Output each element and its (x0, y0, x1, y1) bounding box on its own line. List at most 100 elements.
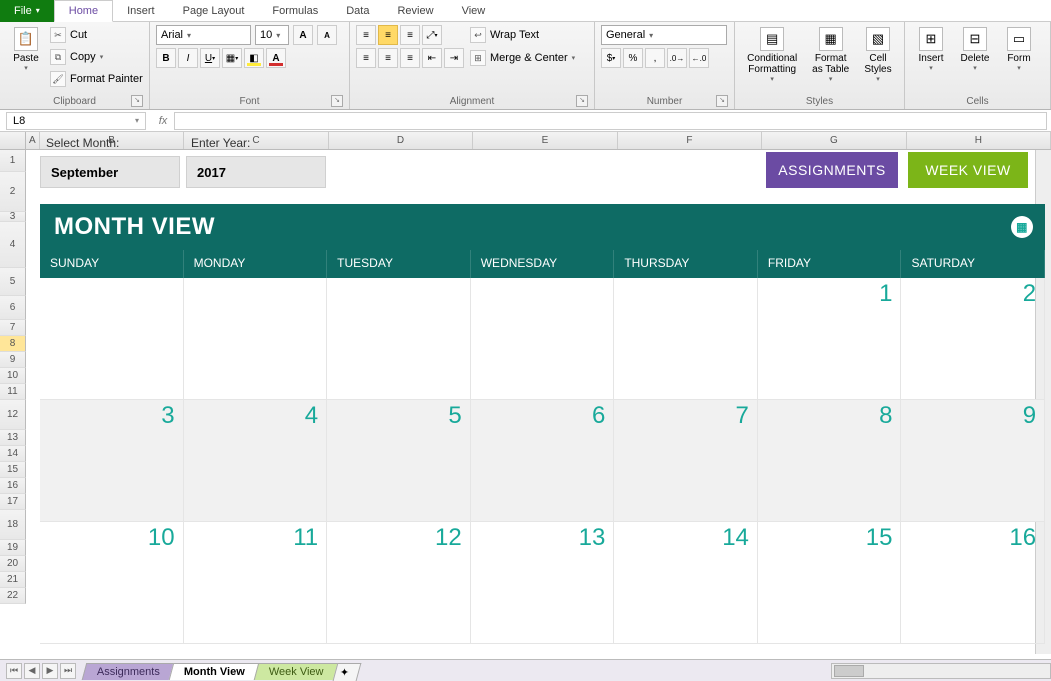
decrease-indent-button[interactable]: ⇤ (422, 48, 442, 68)
row-header-19[interactable]: 19 (0, 540, 26, 556)
row-header-15[interactable]: 15 (0, 462, 26, 478)
row-header-8[interactable]: 8 (0, 336, 26, 352)
row-header-2[interactable]: 2 (0, 172, 26, 212)
calendar-cell[interactable]: 11 (184, 522, 328, 644)
col-header-A[interactable]: A (26, 132, 40, 149)
calendar-cell[interactable]: 13 (471, 522, 615, 644)
align-middle-button[interactable]: ≡ (378, 25, 398, 45)
row-header-13[interactable]: 13 (0, 430, 26, 446)
number-format-combo[interactable]: General (601, 25, 727, 45)
calendar-cell[interactable]: 9 (901, 400, 1045, 522)
calendar-cell[interactable]: 8 (758, 400, 902, 522)
font-color-button[interactable]: A (266, 48, 286, 68)
calendar-cell[interactable] (40, 278, 184, 400)
calendar-cell[interactable]: 3 (40, 400, 184, 522)
row-header-3[interactable]: 3 (0, 212, 26, 222)
delete-cells-button[interactable]: ⊟Delete (955, 25, 995, 94)
clipboard-dialog-launcher[interactable]: ↘ (131, 95, 143, 107)
font-name-combo[interactable]: Arial (156, 25, 251, 45)
tab-insert[interactable]: Insert (113, 0, 169, 22)
tab-nav-prev[interactable]: ◀ (24, 663, 40, 679)
fx-button[interactable]: fx (152, 115, 174, 127)
percent-button[interactable]: % (623, 48, 643, 68)
calendar-cell[interactable] (471, 278, 615, 400)
sheet-tab-month-view[interactable]: Month View (169, 663, 260, 680)
row-header-7[interactable]: 7 (0, 320, 26, 336)
tab-page-layout[interactable]: Page Layout (169, 0, 259, 22)
calendar-cell[interactable]: 10 (40, 522, 184, 644)
row-header-17[interactable]: 17 (0, 494, 26, 510)
row-header-12[interactable]: 12 (0, 400, 26, 430)
increase-decimal-button[interactable]: .0→ (667, 48, 687, 68)
alignment-dialog-launcher[interactable]: ↘ (576, 95, 588, 107)
tab-review[interactable]: Review (383, 0, 447, 22)
font-size-combo[interactable]: 10 (255, 25, 289, 45)
calendar-cell[interactable]: 12 (327, 522, 471, 644)
increase-indent-button[interactable]: ⇥ (444, 48, 464, 68)
year-input[interactable]: 2017 (186, 156, 326, 188)
calendar-cell[interactable] (184, 278, 328, 400)
conditional-formatting-button[interactable]: ▤Conditional Formatting (741, 25, 803, 94)
tab-home[interactable]: Home (54, 0, 113, 22)
col-header-H[interactable]: H (907, 132, 1051, 149)
cut-button[interactable]: ✂Cut (50, 25, 143, 45)
wrap-text-button[interactable]: ↩Wrap Text (470, 25, 575, 45)
row-header-4[interactable]: 4 (0, 222, 26, 268)
tab-nav-last[interactable]: ⏭ (60, 663, 76, 679)
calendar-cell[interactable]: 16 (901, 522, 1045, 644)
align-right-button[interactable]: ≡ (400, 48, 420, 68)
currency-button[interactable]: $▾ (601, 48, 621, 68)
col-header-F[interactable]: F (618, 132, 762, 149)
calendar-cell[interactable]: 15 (758, 522, 902, 644)
horizontal-scrollbar[interactable] (831, 663, 1051, 679)
row-header-11[interactable]: 11 (0, 384, 26, 400)
row-header-21[interactable]: 21 (0, 572, 26, 588)
cell-styles-button[interactable]: ▧Cell Styles (858, 25, 898, 94)
calendar-cell[interactable]: 4 (184, 400, 328, 522)
row-header-5[interactable]: 5 (0, 268, 26, 296)
calendar-cell[interactable]: 14 (614, 522, 758, 644)
name-box[interactable]: L8 (6, 112, 146, 130)
calendar-cell[interactable]: 1 (758, 278, 902, 400)
row-header-18[interactable]: 18 (0, 510, 26, 540)
insert-cells-button[interactable]: ⊞Insert (911, 25, 951, 94)
merge-center-button[interactable]: ⊞Merge & Center▾ (470, 48, 575, 68)
select-all-corner[interactable] (0, 132, 26, 149)
font-dialog-launcher[interactable]: ↘ (331, 95, 343, 107)
tab-view[interactable]: View (448, 0, 500, 22)
align-bottom-button[interactable]: ≡ (400, 25, 420, 45)
tab-nav-first[interactable]: ⏮ (6, 663, 22, 679)
sheet-tab-assignments[interactable]: Assignments (82, 663, 176, 680)
border-button[interactable]: ▦▾ (222, 48, 242, 68)
calendar-cell[interactable]: 6 (471, 400, 615, 522)
comma-button[interactable]: , (645, 48, 665, 68)
number-dialog-launcher[interactable]: ↘ (716, 95, 728, 107)
formula-input[interactable] (174, 112, 1047, 130)
row-header-9[interactable]: 9 (0, 352, 26, 368)
italic-button[interactable]: I (178, 48, 198, 68)
increase-font-button[interactable]: A (293, 25, 313, 45)
new-sheet-button[interactable]: ✦ (332, 663, 361, 681)
assignments-button[interactable]: ASSIGNMENTS (766, 152, 898, 188)
row-header-1[interactable]: 1 (0, 150, 26, 172)
align-top-button[interactable]: ≡ (356, 25, 376, 45)
week-view-button[interactable]: WEEK VIEW (908, 152, 1028, 188)
align-center-button[interactable]: ≡ (378, 48, 398, 68)
copy-button[interactable]: ⧉Copy▾ (50, 47, 143, 67)
col-header-G[interactable]: G (762, 132, 906, 149)
row-header-10[interactable]: 10 (0, 368, 26, 384)
month-selector[interactable]: September (40, 156, 180, 188)
col-header-E[interactable]: E (473, 132, 617, 149)
fill-color-button[interactable]: ◧ (244, 48, 264, 68)
tab-nav-next[interactable]: ▶ (42, 663, 58, 679)
calendar-cell[interactable]: 7 (614, 400, 758, 522)
tab-formulas[interactable]: Formulas (258, 0, 332, 22)
row-header-14[interactable]: 14 (0, 446, 26, 462)
underline-button[interactable]: U▾ (200, 48, 220, 68)
align-left-button[interactable]: ≡ (356, 48, 376, 68)
format-as-table-button[interactable]: ▦Format as Table (807, 25, 854, 94)
decrease-decimal-button[interactable]: ←.0 (689, 48, 709, 68)
calendar-cell[interactable] (614, 278, 758, 400)
row-header-22[interactable]: 22 (0, 588, 26, 604)
row-header-20[interactable]: 20 (0, 556, 26, 572)
